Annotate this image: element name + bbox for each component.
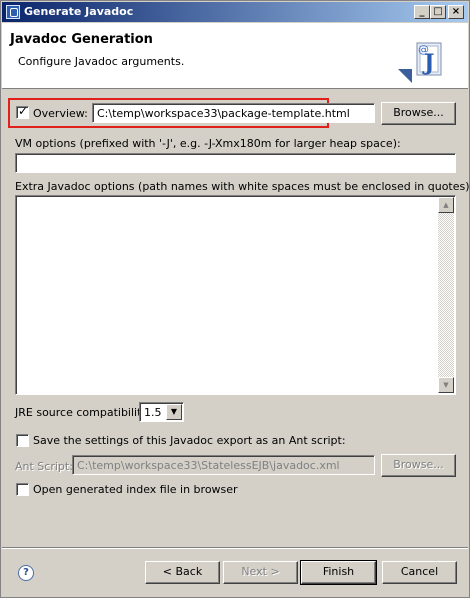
scroll-down-icon[interactable]: ▼ xyxy=(438,377,454,393)
jre-compat-select[interactable]: 1.5 ▼ xyxy=(139,402,184,422)
ant-script-input[interactable]: C:\temp\workspace33\StatelessEJB\javadoc… xyxy=(72,455,375,475)
extra-options-label: Extra Javadoc options (path names with w… xyxy=(15,180,470,193)
open-index-checkbox[interactable] xyxy=(16,483,29,496)
page-description: Configure Javadoc arguments. xyxy=(18,55,185,68)
overview-checkbox[interactable]: ✓ xyxy=(16,104,29,119)
window-title: Generate Javadoc xyxy=(24,5,134,18)
save-ant-checkbox[interactable] xyxy=(16,434,29,447)
help-icon[interactable]: ? xyxy=(18,565,34,581)
checkmark-icon: ✓ xyxy=(18,104,29,118)
back-button[interactable]: < Back xyxy=(145,561,220,584)
svg-text:@: @ xyxy=(418,43,429,56)
finish-button[interactable]: Finish xyxy=(300,560,377,585)
javadoc-wizard-icon: J @ xyxy=(398,42,442,83)
generate-javadoc-dialog: Generate Javadoc _ □ × Javadoc Generatio… xyxy=(0,0,470,598)
next-button[interactable]: Next > xyxy=(223,561,298,584)
overview-browse-button[interactable]: Browse... xyxy=(381,102,456,125)
open-index-label: Open generated index file in browser xyxy=(33,483,238,496)
eclipse-app-icon xyxy=(6,5,20,19)
vm-options-label: VM options (prefixed with '-J', e.g. -J-… xyxy=(15,137,401,150)
minimize-button[interactable]: _ xyxy=(414,5,430,19)
cancel-button[interactable]: Cancel xyxy=(382,561,457,584)
vm-options-input[interactable] xyxy=(15,153,456,173)
save-ant-label: Save the settings of this Javadoc export… xyxy=(33,434,346,447)
ant-script-label: Ant Script: xyxy=(15,460,73,473)
jre-compat-label: JRE source compatibility: xyxy=(15,406,151,419)
jre-compat-value: 1.5 xyxy=(144,406,162,419)
footer-separator xyxy=(2,547,468,549)
extra-options-scrollbar[interactable]: ▲ ▼ xyxy=(438,197,454,393)
overview-label: Overview: xyxy=(33,107,88,120)
page-title: Javadoc Generation xyxy=(10,32,153,47)
scroll-up-icon[interactable]: ▲ xyxy=(438,197,454,213)
maximize-button[interactable]: □ xyxy=(430,5,446,19)
ant-script-browse-button[interactable]: Browse... xyxy=(381,454,456,477)
extra-options-textarea[interactable]: ▲ ▼ xyxy=(15,195,456,395)
close-button[interactable]: × xyxy=(448,5,464,19)
chevron-down-icon[interactable]: ▼ xyxy=(166,404,182,420)
overview-path-input[interactable]: C:\temp\workspace33\package-template.htm… xyxy=(92,103,375,123)
title-bar[interactable]: Generate Javadoc _ □ × xyxy=(2,2,468,22)
wizard-header: Javadoc Generation Configure Javadoc arg… xyxy=(2,23,468,89)
